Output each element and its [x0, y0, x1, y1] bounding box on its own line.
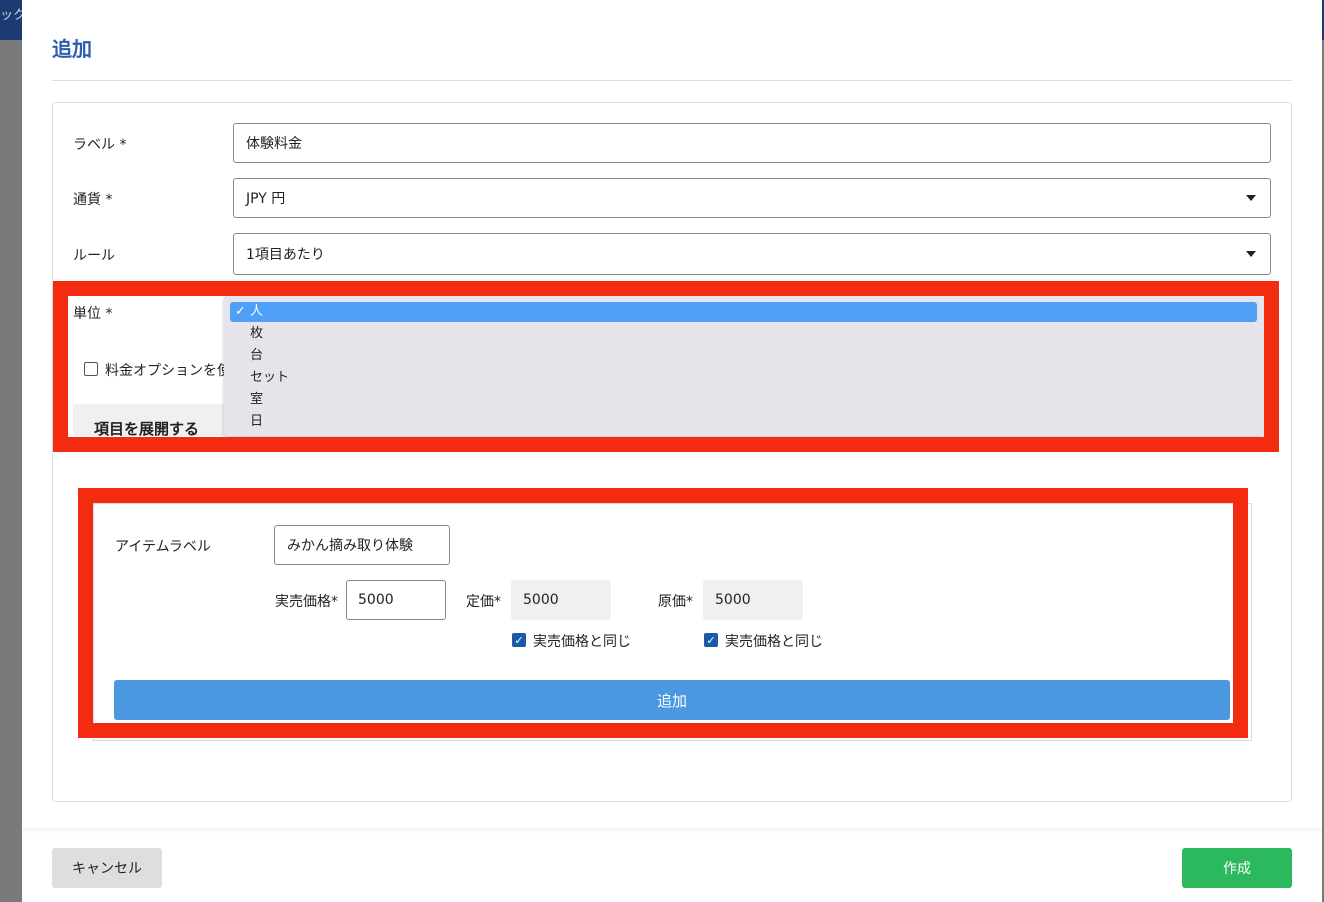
- chevron-down-icon: [1246, 251, 1256, 257]
- rule-select[interactable]: 1項目あたり: [233, 233, 1271, 275]
- cancel-button[interactable]: キャンセル: [52, 848, 162, 888]
- rule-field-label: ルール: [73, 248, 115, 264]
- cancel-button-label: キャンセル: [72, 861, 142, 877]
- footer-divider: [22, 828, 1322, 834]
- highlight-box-item: [78, 488, 1248, 738]
- currency-select[interactable]: JPY 円: [233, 178, 1271, 218]
- modal-title: 追加: [52, 37, 92, 61]
- create-button-label: 作成: [1223, 861, 1251, 877]
- title-divider: [52, 80, 1292, 81]
- currency-field-label: 通貨 *: [73, 192, 113, 208]
- chevron-down-icon: [1246, 195, 1256, 201]
- label-input[interactable]: 体験料金: [233, 123, 1271, 163]
- label-input-value: 体験料金: [246, 136, 302, 152]
- add-modal: 追加 ラベル * 体験料金 通貨 * JPY 円 ルール 1項目あたり 単位 *…: [22, 0, 1322, 902]
- create-button[interactable]: 作成: [1182, 848, 1292, 888]
- label-field-label: ラベル *: [73, 137, 127, 153]
- highlight-box-unit: [53, 281, 1279, 452]
- currency-select-value: JPY 円: [246, 191, 286, 207]
- rule-select-value: 1項目あたり: [246, 247, 325, 263]
